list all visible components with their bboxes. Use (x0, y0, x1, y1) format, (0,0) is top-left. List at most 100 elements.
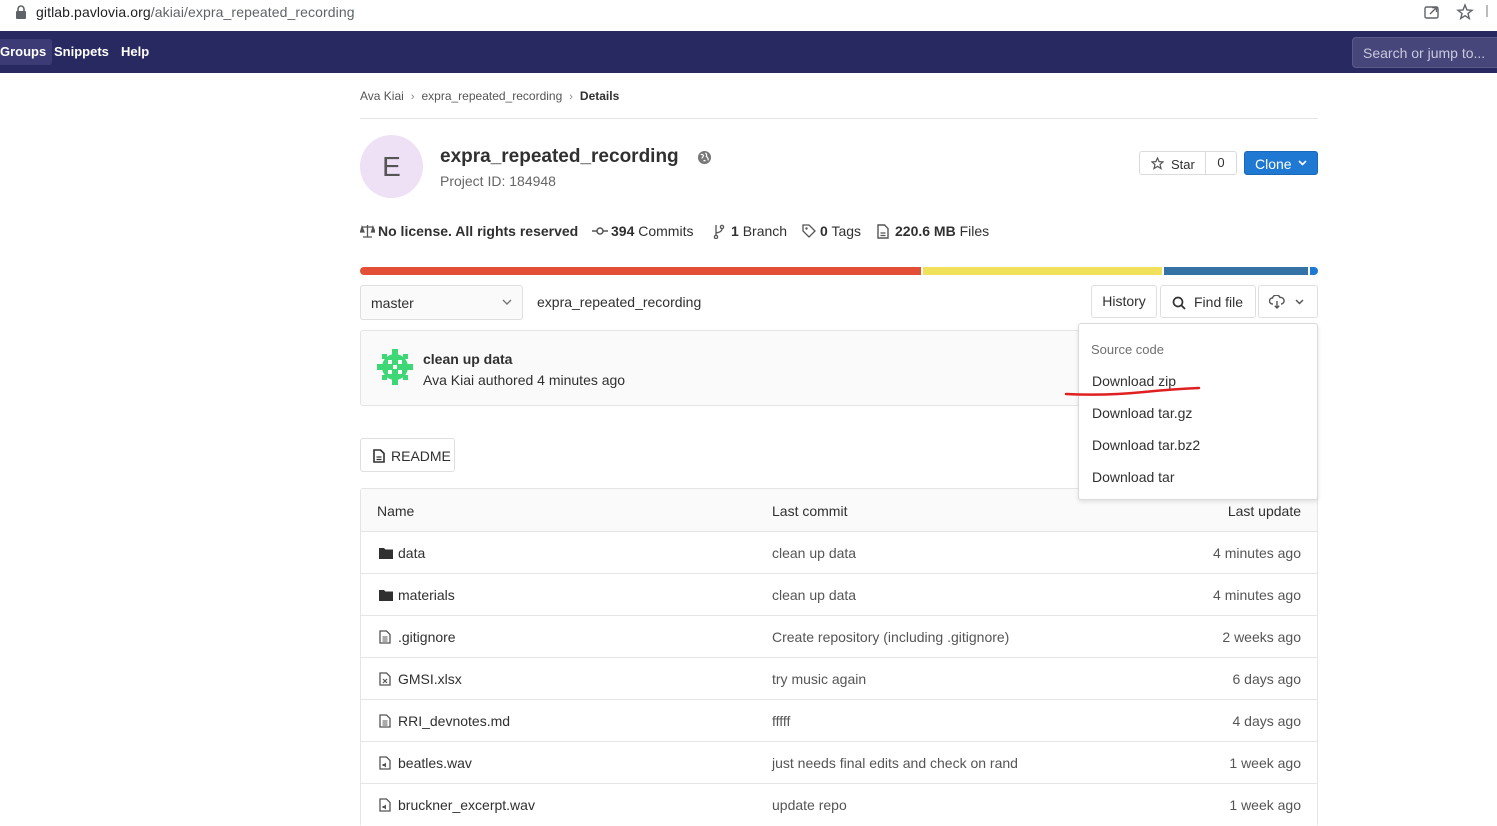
table-row[interactable]: bruckner_excerpt.wav update repo 1 week ag… (361, 784, 1317, 826)
column-header-name: Name (377, 503, 415, 519)
last-update-time: 1 week ago (1229, 755, 1301, 771)
browser-menu-icon[interactable] (1486, 5, 1488, 17)
chevron-down-icon (1298, 160, 1307, 166)
commit-message-link[interactable]: fffff (772, 713, 790, 729)
breadcrumb-current[interactable]: Details (580, 89, 619, 103)
search-input[interactable]: Search or jump to... (1352, 37, 1497, 68)
nav-help[interactable]: Help (115, 41, 155, 62)
tag-icon (802, 224, 816, 238)
project-avatar: E (360, 135, 423, 198)
branch-select[interactable]: master (360, 285, 523, 320)
download-button[interactable] (1258, 285, 1318, 318)
commit-title[interactable]: clean up data (423, 351, 512, 367)
branches-count: 1 (731, 223, 739, 239)
readme-label: README (391, 448, 451, 464)
download-tar-gz-item[interactable]: Download tar.gz (1092, 405, 1192, 421)
annotation-underline (1064, 386, 1201, 396)
audio-file-icon (379, 798, 391, 815)
star-button[interactable]: Star (1139, 151, 1206, 175)
commit-message-link[interactable]: clean up data (772, 545, 856, 561)
last-update-time: 2 weeks ago (1222, 629, 1301, 645)
chevron-down-icon (1295, 299, 1304, 305)
table-row[interactable]: .gitignore Create repository (including .… (361, 616, 1317, 658)
download-tar-bz2-item[interactable]: Download tar.bz2 (1092, 437, 1200, 453)
tags-count: 0 (820, 223, 828, 239)
breadcrumb-project[interactable]: expra_repeated_recording (421, 89, 562, 103)
commit-message-link[interactable]: try music again (772, 671, 866, 687)
lock-icon (16, 5, 26, 19)
download-dropdown: Source code Download zip Download tar.gz… (1078, 323, 1318, 500)
divider (360, 118, 1318, 119)
bookmark-star-icon[interactable] (1456, 3, 1474, 21)
chevron-down-icon (502, 299, 512, 305)
file-name-link[interactable]: GMSI.xlsx (398, 671, 462, 687)
file-name-link[interactable]: data (398, 545, 425, 561)
file-icon (379, 714, 391, 731)
download-tar-item[interactable]: Download tar (1092, 469, 1175, 485)
file-name-link[interactable]: .gitignore (398, 629, 456, 645)
browser-address-bar: gitlab.pavlovia.org/akiai/expra_repeated… (0, 0, 1497, 26)
table-row[interactable]: beatles.wav just needs final edits and ch… (361, 742, 1317, 784)
files-size: 220.6 MB (895, 223, 956, 239)
table-body: data clean up data 4 minutes ago materials c… (361, 532, 1317, 826)
language-bar (360, 267, 1318, 275)
star-label: Star (1171, 157, 1195, 172)
commit-message-link[interactable]: Create repository (including .gitignore) (772, 629, 1009, 645)
project-title: expra_repeated_recording (440, 146, 679, 167)
file-name-link[interactable]: materials (398, 587, 455, 603)
url-path: /akiai/expra_repeated_recording (150, 4, 355, 20)
breadcrumb-separator-icon: › (410, 91, 415, 103)
find-file-button[interactable]: Find file (1160, 285, 1256, 318)
commit-message-link[interactable]: clean up data (772, 587, 856, 603)
branch-name: master (371, 295, 414, 311)
commit-icon (592, 227, 608, 235)
star-outline-icon (1151, 157, 1164, 170)
column-header-commit: Last commit (772, 503, 848, 519)
identicon-avatar (377, 349, 413, 385)
repo-path[interactable]: expra_repeated_recording (537, 294, 701, 310)
file-icon (877, 224, 889, 239)
last-update-time: 6 days ago (1232, 671, 1302, 687)
last-update-time: 4 days ago (1232, 713, 1302, 729)
last-update-time: 1 week ago (1229, 797, 1301, 813)
table-row[interactable]: GMSI.xlsx try music again 6 days ago (361, 658, 1317, 700)
commit-meta: Ava Kiai authored 4 minutes ago (423, 372, 626, 388)
spreadsheet-file-icon (379, 672, 391, 689)
file-name-link[interactable]: beatles.wav (398, 755, 472, 771)
dropdown-header: Source code (1091, 342, 1164, 357)
audio-file-icon (379, 756, 391, 773)
top-navigation: Groups Snippets Help Search or jump to..… (0, 31, 1497, 73)
last-update-time: 4 minutes ago (1213, 587, 1301, 603)
history-button[interactable]: History (1091, 285, 1157, 318)
file-name-link[interactable]: bruckner_excerpt.wav (398, 797, 535, 813)
table-row[interactable]: data clean up data 4 minutes ago (361, 532, 1317, 574)
commit-message-link[interactable]: just needs final edits and check on rand (772, 755, 1018, 771)
table-row[interactable]: materials clean up data 4 minutes ago (361, 574, 1317, 616)
project-id: Project ID: 184948 (440, 173, 556, 189)
table-row[interactable]: RRI_devnotes.md fffff 4 days ago (361, 700, 1317, 742)
folder-icon (379, 588, 393, 604)
globe-icon (697, 150, 712, 165)
commit-message-link[interactable]: update repo (772, 797, 847, 813)
nav-groups[interactable]: Groups (0, 39, 53, 65)
branch-icon (713, 224, 725, 239)
star-count[interactable]: 0 (1205, 151, 1237, 175)
folder-icon (379, 546, 393, 562)
files-label: Files (959, 223, 990, 239)
find-file-label: Find file (1194, 294, 1244, 310)
breadcrumb-user[interactable]: Ava Kiai (360, 89, 404, 103)
clone-label: Clone (1255, 156, 1292, 172)
share-icon[interactable] (1423, 4, 1441, 20)
download-cloud-icon (1269, 295, 1285, 309)
column-header-update: Last update (1227, 503, 1301, 519)
file-name-link[interactable]: RRI_devnotes.md (398, 713, 510, 729)
license-text: No license. All rights reserved (378, 223, 579, 239)
nav-snippets[interactable]: Snippets (48, 41, 115, 62)
url-text[interactable]: gitlab.pavlovia.org/akiai/expra_repeated… (36, 4, 355, 20)
language-segment (923, 267, 1162, 275)
readme-button[interactable]: README (360, 438, 455, 472)
scale-icon (360, 225, 375, 238)
file-text-icon (373, 449, 385, 463)
commits-count: 394 (611, 223, 635, 239)
clone-button[interactable]: Clone (1244, 151, 1318, 175)
